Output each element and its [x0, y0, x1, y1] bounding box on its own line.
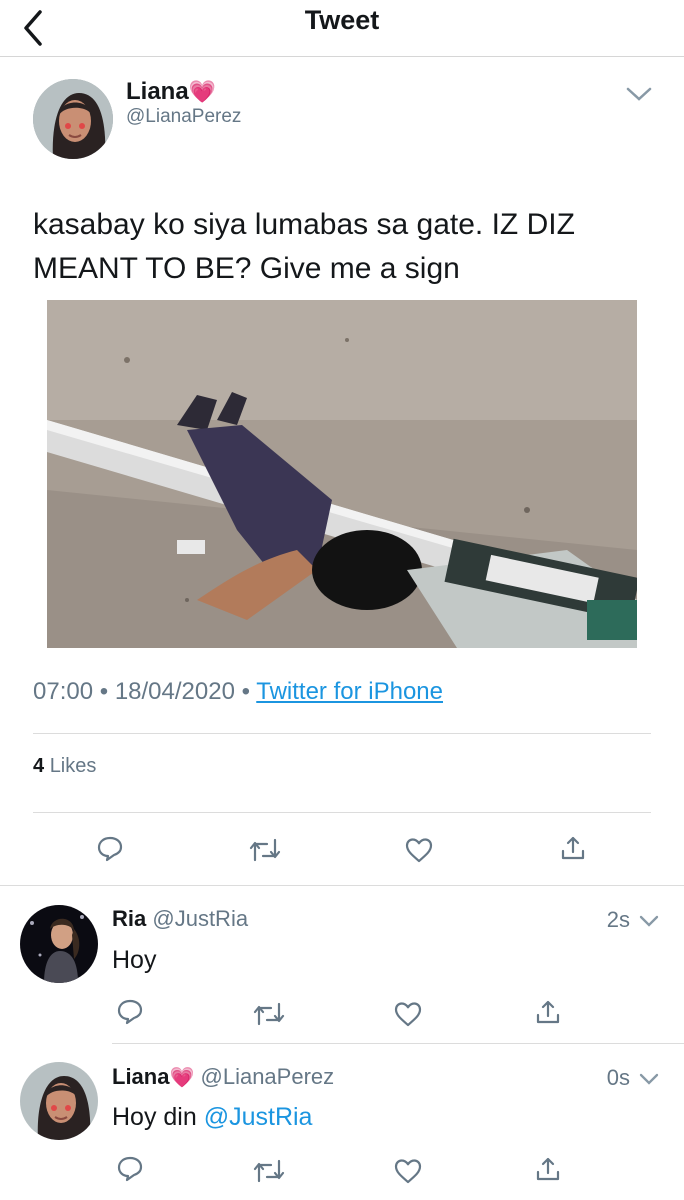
reply-icon[interactable] — [116, 998, 144, 1026]
mention-link[interactable]: @JustRia — [204, 1103, 313, 1131]
avatar[interactable] — [20, 905, 98, 983]
meta-separator: • — [241, 678, 251, 705]
reply-header[interactable]: Liana💗 @LianaPerez — [112, 1064, 334, 1090]
like-icon[interactable] — [404, 836, 434, 864]
likes-count[interactable]: 4 Likes — [33, 755, 96, 778]
display-name: Ria — [112, 906, 147, 931]
author-row[interactable]: Liana💗 — [126, 78, 216, 106]
handle: @JustRia — [152, 906, 249, 931]
tweet-time: 07:00 — [33, 678, 94, 705]
page-title: Tweet — [304, 5, 380, 35]
reply-text-row: Hoy din @JustRia — [112, 1103, 312, 1132]
divider — [33, 812, 651, 813]
avatar[interactable] — [20, 1062, 98, 1140]
likes-number: 4 — [33, 755, 45, 777]
tweet-date: 18/04/2020 — [114, 678, 235, 705]
display-name: Liana — [112, 1064, 170, 1089]
display-name: Liana — [126, 78, 189, 105]
caret-down-icon[interactable] — [638, 914, 660, 928]
divider — [112, 1043, 684, 1044]
reply-icon[interactable] — [116, 1155, 144, 1183]
likes-label: Likes — [49, 755, 97, 777]
share-icon[interactable] — [534, 998, 562, 1026]
divider — [33, 733, 651, 734]
reply-timestamp: 0s — [606, 1065, 630, 1090]
share-icon[interactable] — [559, 834, 587, 862]
tweet-text: kasabay ko siya lumabas sa gate. IZ DIZ … — [33, 208, 575, 285]
retweet-icon[interactable] — [253, 1000, 285, 1028]
tweet-image[interactable] — [47, 300, 637, 648]
heart-emoji-icon: 💗 — [188, 79, 217, 104]
reply-icon[interactable] — [96, 835, 124, 863]
share-icon[interactable] — [534, 1155, 562, 1183]
tweet-meta: 07:00 • 18/04/2020 • Twitter for iPhone — [33, 678, 443, 706]
top-bar: Tweet — [0, 0, 684, 57]
reply-text: Hoy — [112, 946, 157, 974]
like-icon[interactable] — [393, 1000, 423, 1028]
meta-separator: • — [99, 678, 109, 705]
avatar[interactable] — [33, 79, 113, 159]
reply-timestamp: 2s — [606, 907, 630, 932]
reply-text: Hoy din — [112, 1103, 197, 1131]
heart-emoji-icon: 💗 — [169, 1067, 195, 1089]
tweet-source-link[interactable]: Twitter for iPhone — [256, 678, 443, 705]
like-icon[interactable] — [393, 1157, 423, 1185]
caret-down-icon[interactable] — [625, 86, 653, 102]
handle: @LianaPerez — [200, 1064, 335, 1089]
reply-header[interactable]: Ria @JustRia — [112, 906, 248, 932]
divider — [0, 885, 684, 886]
caret-down-icon[interactable] — [638, 1072, 660, 1086]
retweet-icon[interactable] — [253, 1157, 285, 1185]
retweet-icon[interactable] — [249, 836, 281, 864]
handle[interactable]: @LianaPerez — [126, 106, 241, 128]
